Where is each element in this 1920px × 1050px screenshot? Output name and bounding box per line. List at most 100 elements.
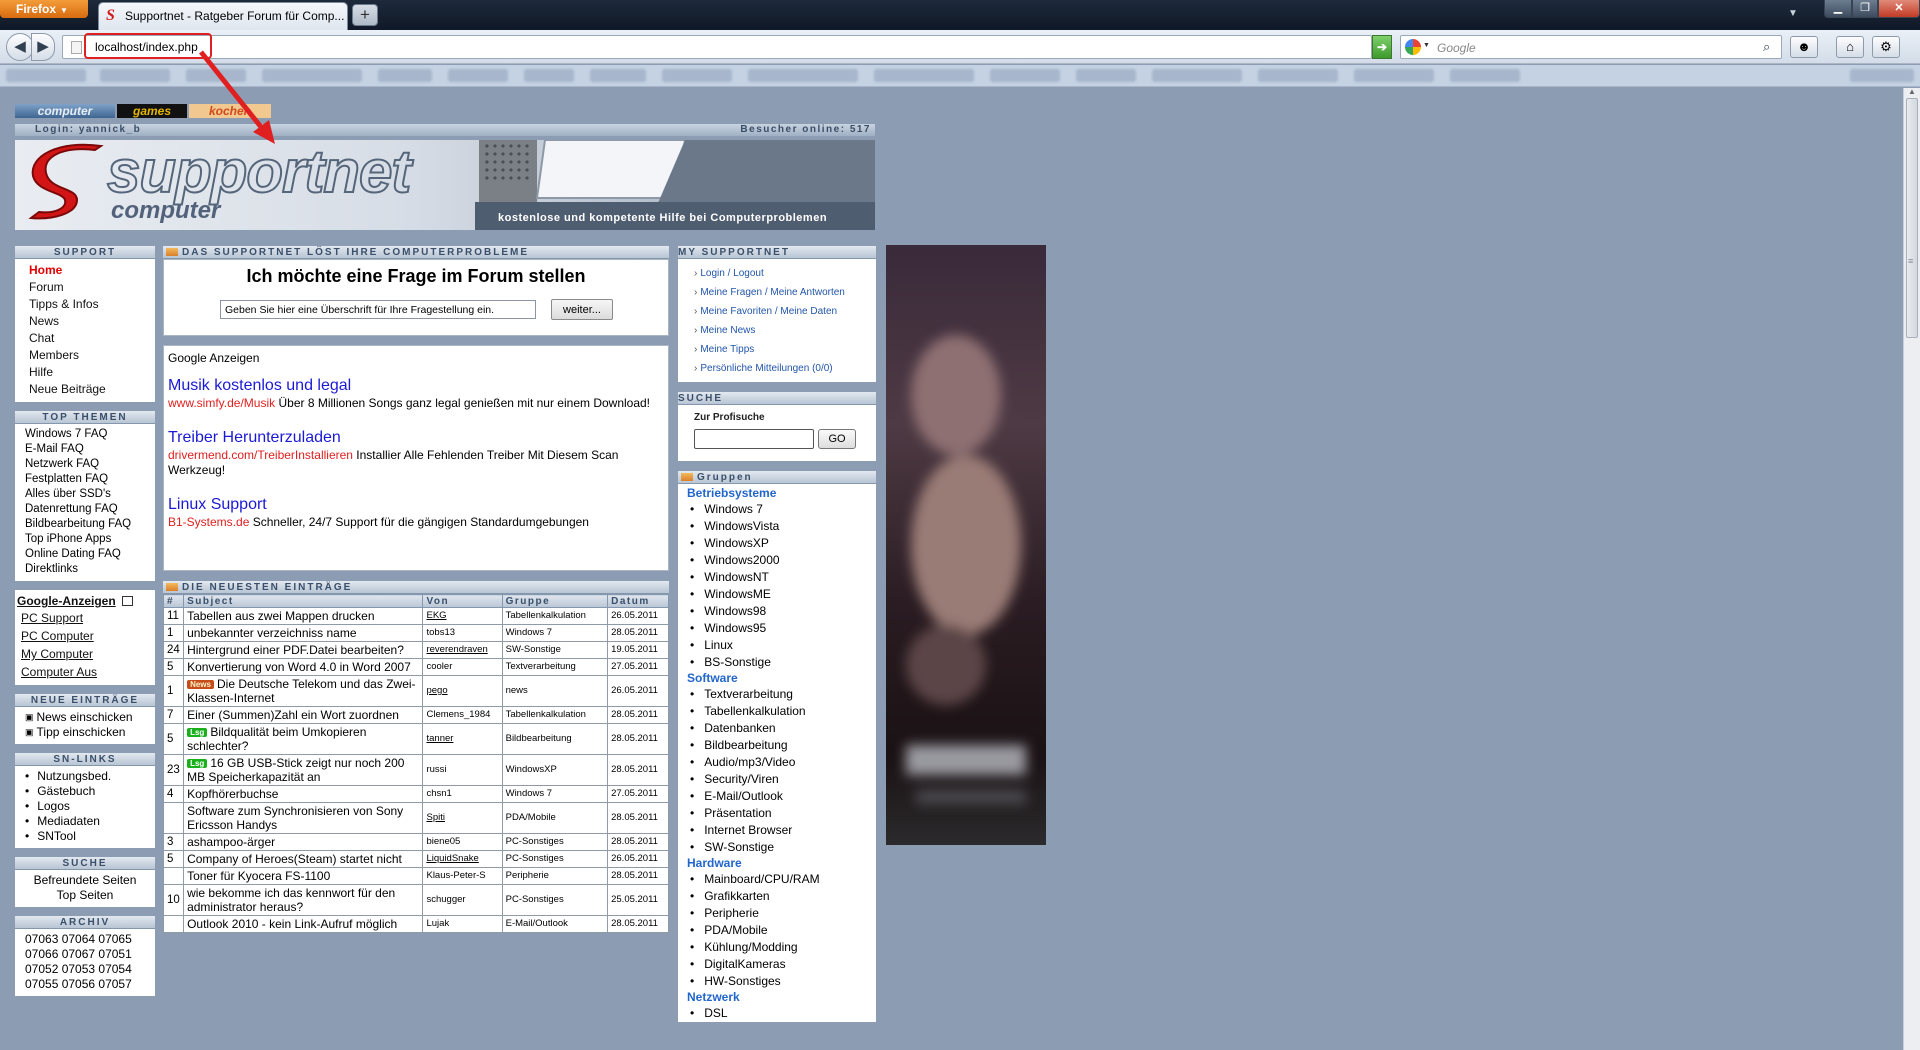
search-icon[interactable]: ⌕	[1763, 39, 1770, 55]
group-item[interactable]: BS-Sonstige	[678, 654, 876, 671]
tipp-einschicken-link[interactable]: Tipp einschicken	[15, 725, 155, 740]
group-item[interactable]: Linux	[678, 637, 876, 654]
entry-author[interactable]: Spiti	[422, 802, 503, 834]
group-item[interactable]: WindowsNT	[678, 569, 876, 586]
bookmark-item[interactable]	[1450, 69, 1520, 82]
group-item[interactable]: Bildbearbeitung	[678, 737, 876, 754]
bookmark-item[interactable]	[524, 69, 574, 82]
col-gruppe[interactable]: Gruppe	[501, 594, 609, 608]
addon-smiley-icon[interactable]: ☻	[1790, 36, 1818, 58]
group-item[interactable]: DigitalKameras	[678, 956, 876, 973]
nav-forum[interactable]: Forum	[15, 279, 155, 296]
google-anzeigen-title[interactable]: Google-Anzeigen	[15, 593, 155, 609]
bookmark-item[interactable]	[1850, 69, 1914, 82]
topic-link[interactable]: Datenrettung FAQ	[15, 502, 155, 517]
bookmark-item[interactable]	[1152, 69, 1242, 82]
ad-title-link[interactable]: Musik kostenlos und legal	[168, 376, 664, 396]
col-subject[interactable]: Subject	[183, 594, 424, 608]
table-row[interactable]: 5 Company of Heroes(Steam) startet nicht L…	[162, 850, 669, 868]
nav-neue-beitraege[interactable]: Neue Beiträge	[15, 381, 155, 398]
nav-news[interactable]: News	[15, 313, 155, 330]
bookmark-item[interactable]	[874, 69, 974, 82]
firefox-menu-button[interactable]: Firefox ▼	[0, 0, 88, 18]
table-row[interactable]: 24 Hintergrund einer PDF.Datei bearbeiten…	[162, 641, 669, 659]
group-item[interactable]: Textverarbeitung	[678, 686, 876, 703]
ad-url[interactable]: B1-Systems.de	[168, 515, 249, 529]
bookmark-item[interactable]	[6, 69, 86, 82]
login-logout-link[interactable]: Login / Logout	[678, 264, 876, 283]
group-item[interactable]: Windows98	[678, 603, 876, 620]
group-item[interactable]: Grafikkarten	[678, 888, 876, 905]
sn-link[interactable]: Gästebuch	[15, 784, 155, 799]
meine-tipps-link[interactable]: Meine Tipps	[678, 340, 876, 359]
col-datum[interactable]: Datum	[607, 594, 669, 608]
entry-subject[interactable]: Outlook 2010 - kein Link-Aufruf möglich	[183, 915, 424, 933]
site-banner[interactable]: supportnet computer kostenlose und kompe…	[15, 140, 875, 230]
group-item[interactable]: SW-Sonstige	[678, 839, 876, 856]
archiv-row[interactable]: 07063 07064 07065	[15, 932, 155, 947]
bookmark-item[interactable]	[448, 69, 508, 82]
group-item[interactable]: Internet Browser	[678, 822, 876, 839]
news-einschicken-link[interactable]: News einschicken	[15, 710, 155, 725]
col-von[interactable]: Von	[422, 594, 503, 608]
tools-icon[interactable]: ⚙	[1872, 36, 1900, 58]
entry-author[interactable]: EKG	[422, 607, 503, 625]
ad-link[interactable]: PC Support	[15, 609, 155, 627]
entry-author[interactable]: LiquidSnake	[422, 850, 503, 868]
entry-author[interactable]: reverendraven	[422, 641, 503, 659]
bookmark-item[interactable]	[100, 69, 170, 82]
entry-subject-text[interactable]: Tabellen aus zwei Mappen drucken	[187, 609, 374, 623]
group-category[interactable]: Betriebsysteme	[678, 486, 876, 501]
entry-subject-text[interactable]: 16 GB USB-Stick zeigt nur noch 200 MB Sp…	[187, 756, 404, 784]
group-item[interactable]: WindowsXP	[678, 535, 876, 552]
search-engine-dropdown-icon[interactable]: ▼	[1423, 42, 1430, 49]
ad-link[interactable]: PC Computer	[15, 627, 155, 645]
group-item[interactable]: Mainboard/CPU/RAM	[678, 871, 876, 888]
ad-url[interactable]: www.simfy.de/Musik	[168, 396, 275, 410]
ad-url[interactable]: drivermend.com/TreiberInstallieren	[168, 448, 353, 462]
ad-link[interactable]: Computer Aus	[15, 663, 155, 681]
entry-subject[interactable]: ashampoo-ärger	[183, 833, 424, 851]
group-item[interactable]: Datenbanken	[678, 720, 876, 737]
bookmark-item[interactable]	[662, 69, 732, 82]
google-icon[interactable]	[1405, 39, 1421, 55]
table-row[interactable]: 23 Lsg 16 GB USB-Stick zeigt nur noch 200 …	[162, 754, 669, 786]
home-button[interactable]: ⌂	[1836, 36, 1864, 58]
scrollbar-thumb[interactable]	[1906, 98, 1918, 338]
sn-link[interactable]: Mediadaten	[15, 814, 155, 829]
nav-home[interactable]: Home	[15, 262, 155, 279]
entry-subject[interactable]: wie bekomme ich das kennwort für den adm…	[183, 884, 424, 916]
topic-link[interactable]: Direktlinks	[15, 562, 155, 577]
topic-link[interactable]: E-Mail FAQ	[15, 442, 155, 457]
search-input[interactable]: Google	[1437, 41, 1476, 55]
ad-link[interactable]: My Computer	[15, 645, 155, 663]
table-row[interactable]: 5 Lsg Bildqualität beim Umkopieren schlech…	[162, 723, 669, 755]
minimize-button[interactable]: ▁	[1824, 0, 1852, 18]
table-row[interactable]: Outlook 2010 - kein Link-Aufruf möglich L…	[162, 915, 669, 933]
table-row[interactable]: Toner für Kyocera FS-1100 Klaus-Peter-S Pe…	[162, 867, 669, 885]
archiv-row[interactable]: 07052 07053 07054	[15, 962, 155, 977]
bookmark-item[interactable]	[1354, 69, 1434, 82]
entry-subject[interactable]: Company of Heroes(Steam) startet nicht	[183, 850, 424, 868]
topic-link[interactable]: Top iPhone Apps	[15, 532, 155, 547]
entry-subject[interactable]: Software zum Synchronisieren von Sony Er…	[183, 802, 424, 834]
entry-subject-text[interactable]: ashampoo-ärger	[187, 835, 275, 849]
group-item[interactable]: Windows2000	[678, 552, 876, 569]
table-row[interactable]: 1 News Die Deutsche Telekom und das Zwei-K…	[162, 675, 669, 707]
table-row[interactable]: 11 Tabellen aus zwei Mappen drucken EKG Tab…	[162, 607, 669, 625]
entry-subject[interactable]: News Die Deutsche Telekom und das Zwei-Kl…	[183, 675, 424, 707]
entry-subject-text[interactable]: Kopfhörerbuchse	[187, 787, 278, 801]
group-item[interactable]: Windows95	[678, 620, 876, 637]
table-row[interactable]: 4 Kopfhörerbuchse chsn1 Windows 7 27.05.2011	[162, 785, 669, 803]
go-button[interactable]: ➔	[1372, 35, 1392, 59]
close-window-button[interactable]: ✕	[1878, 0, 1920, 18]
bookmark-item[interactable]	[1076, 69, 1136, 82]
scroll-up-icon[interactable]: ▲	[1908, 88, 1916, 96]
table-row[interactable]: 5 Konvertierung von Word 4.0 in Word 2007…	[162, 658, 669, 676]
group-category[interactable]: Hardware	[678, 856, 876, 871]
table-row[interactable]: 7 Einer (Summen)Zahl ein Wort zuordnen Cle…	[162, 706, 669, 724]
nav-chat[interactable]: Chat	[15, 330, 155, 347]
nav-hilfe[interactable]: Hilfe	[15, 364, 155, 381]
entry-subject[interactable]: Lsg Bildqualität beim Umkopieren schlecht…	[183, 723, 424, 755]
table-row[interactable]: 1 unbekannter verzeichniss name tobs13 Wind…	[162, 624, 669, 642]
